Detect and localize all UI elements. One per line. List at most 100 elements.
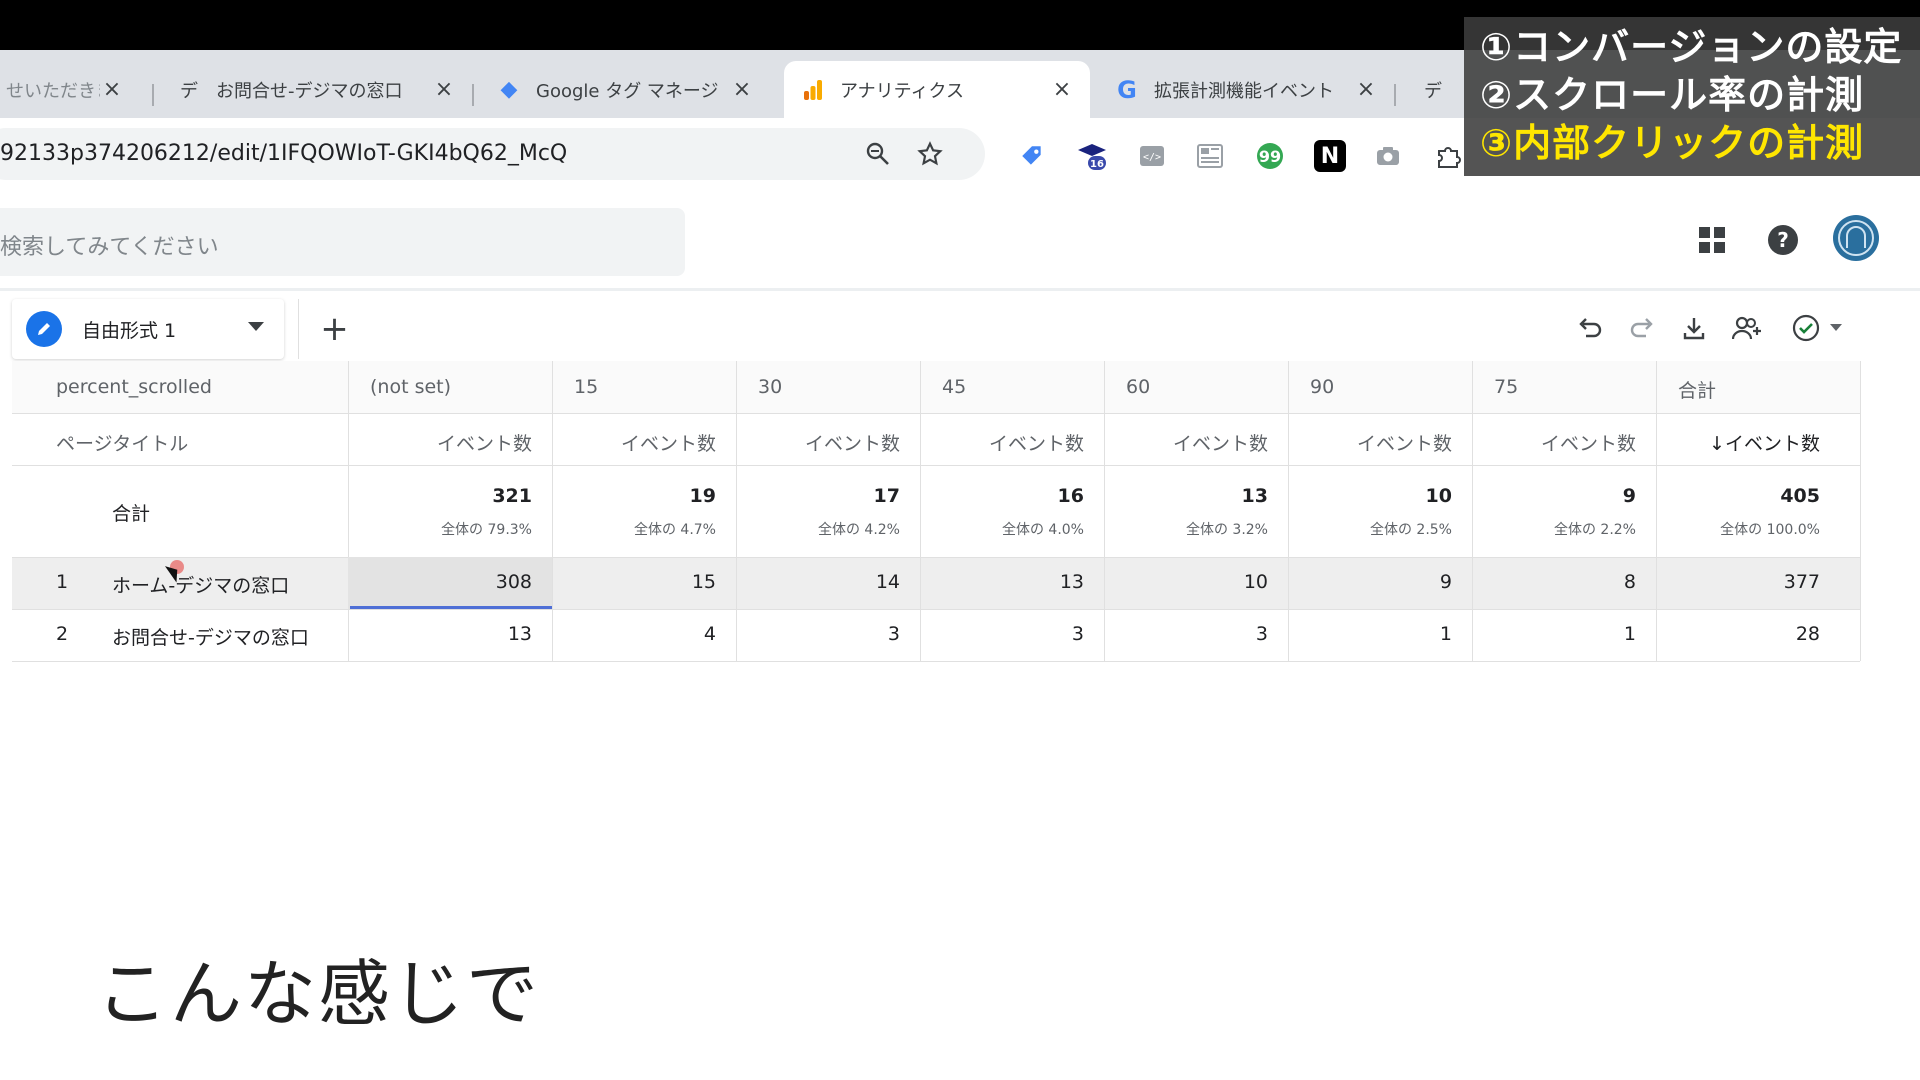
row-title[interactable]: お問合せ-デジマの窓口 bbox=[112, 623, 309, 650]
table-cell[interactable]: 3 bbox=[920, 623, 1084, 645]
table-cell[interactable]: 1 bbox=[1288, 623, 1452, 645]
close-icon[interactable]: × bbox=[432, 77, 456, 102]
tab-title: せいただきま bbox=[6, 80, 100, 102]
tab-title: 拡張計測機能イベント bbox=[1154, 80, 1334, 102]
search-input[interactable]: 検索してみてください bbox=[0, 208, 685, 276]
total-value: 405 bbox=[1780, 485, 1820, 507]
redo-icon[interactable] bbox=[1622, 308, 1662, 348]
column-header-total[interactable]: 合計 bbox=[1678, 376, 1716, 403]
chevron-down-icon[interactable] bbox=[248, 322, 264, 331]
table-cell[interactable]: 13 bbox=[920, 571, 1084, 593]
svg-text:?: ? bbox=[1777, 228, 1789, 252]
cell-bar bbox=[350, 606, 552, 609]
total-percent: 全体の 4.7% bbox=[633, 522, 716, 538]
code-icon[interactable]: </> bbox=[1136, 140, 1168, 172]
total-value: 10 bbox=[1425, 485, 1452, 507]
browser-tab-5[interactable]: G 拡張計測機能イベント × bbox=[1098, 61, 1394, 118]
column-header[interactable]: 75 bbox=[1494, 376, 1518, 398]
metric-header[interactable]: イベント数 bbox=[552, 429, 716, 456]
table-cell[interactable]: 10 bbox=[1104, 571, 1268, 593]
total-percent: 全体の 2.5% bbox=[1369, 522, 1452, 538]
total-value: 16 bbox=[1057, 485, 1084, 507]
dimension-header-row bbox=[12, 361, 1860, 413]
address-bar[interactable]: 92133p374206212/edit/1IFQOWIoT-GKI4bQ62_… bbox=[0, 128, 985, 180]
table-cell[interactable]: 8 bbox=[1472, 571, 1636, 593]
table-cell[interactable]: 1 bbox=[1472, 623, 1636, 645]
camera-icon[interactable] bbox=[1372, 140, 1404, 172]
quote-icon[interactable]: 99 bbox=[1254, 140, 1286, 172]
metric-header[interactable]: イベント数 bbox=[348, 429, 532, 456]
column-header[interactable]: 15 bbox=[574, 376, 598, 398]
check-circle-icon[interactable] bbox=[1786, 308, 1826, 348]
url-text[interactable]: 92133p374206212/edit/1IFQOWIoT-GKI4bQ62_… bbox=[0, 141, 567, 166]
browser-tab-1[interactable]: せいただきま × bbox=[0, 61, 140, 118]
search-placeholder: 検索してみてください bbox=[0, 235, 219, 260]
de-favicon-icon: デ bbox=[180, 80, 198, 102]
tab-label: 自由形式 1 bbox=[82, 319, 177, 342]
metric-header[interactable]: イベント数 bbox=[736, 429, 900, 456]
tab-freeform-1[interactable]: 自由形式 1 bbox=[12, 299, 284, 359]
table-cell[interactable]: 377 bbox=[1656, 571, 1820, 593]
add-tab-button[interactable]: + bbox=[298, 299, 370, 359]
table-cell[interactable]: 308 bbox=[348, 571, 532, 593]
zoom-icon[interactable] bbox=[860, 136, 896, 172]
column-header[interactable]: 45 bbox=[942, 376, 966, 398]
puzzle-icon[interactable] bbox=[1432, 140, 1464, 172]
table-cell[interactable]: 9 bbox=[1288, 571, 1452, 593]
browser-tab-analytics[interactable]: アナリティクス × bbox=[784, 61, 1090, 118]
table-cell[interactable]: 28 bbox=[1656, 623, 1820, 645]
tab-title: アナリティクス bbox=[840, 80, 965, 102]
browser-tab-3[interactable]: ◆ Google タグ マネージ × bbox=[480, 61, 770, 118]
share-people-icon[interactable] bbox=[1728, 308, 1768, 348]
metric-header[interactable]: イベント数 bbox=[1472, 429, 1636, 456]
layout-icon[interactable] bbox=[1194, 140, 1226, 172]
row-index: 1 bbox=[56, 571, 69, 593]
edit-pencil-icon bbox=[26, 311, 62, 347]
table-cell[interactable]: 13 bbox=[348, 623, 532, 645]
column-header[interactable]: 90 bbox=[1310, 376, 1334, 398]
agenda-item-1: ①コンバージョンの設定 bbox=[1480, 25, 1903, 69]
table-cell[interactable]: 15 bbox=[552, 571, 716, 593]
de-favicon-icon: デ bbox=[1424, 80, 1442, 102]
gtm-favicon-icon: ◆ bbox=[500, 77, 518, 102]
bookmark-star-icon[interactable] bbox=[912, 136, 948, 172]
table-cell[interactable]: 3 bbox=[736, 623, 900, 645]
undo-icon[interactable] bbox=[1570, 308, 1610, 348]
metric-header[interactable]: イベント数 bbox=[1104, 429, 1268, 456]
account-avatar-icon[interactable] bbox=[1832, 214, 1880, 262]
close-icon[interactable]: × bbox=[1050, 77, 1074, 102]
total-percent: 全体の 4.2% bbox=[817, 522, 900, 538]
chevron-down-icon[interactable] bbox=[1826, 308, 1846, 348]
column-header[interactable]: 30 bbox=[758, 376, 782, 398]
metric-header[interactable]: イベント数 bbox=[920, 429, 1084, 456]
table-cell[interactable]: 4 bbox=[552, 623, 716, 645]
help-icon[interactable]: ? bbox=[1763, 220, 1803, 260]
metric-header[interactable]: イベント数 bbox=[1288, 429, 1452, 456]
tab-title: お問合せ-デジマの窓口 bbox=[216, 80, 403, 102]
table-cell[interactable]: 3 bbox=[1104, 623, 1268, 645]
close-icon[interactable]: × bbox=[1354, 77, 1378, 102]
column-header[interactable]: 60 bbox=[1126, 376, 1150, 398]
tag-icon[interactable] bbox=[1016, 140, 1048, 172]
tab-title: Google タグ マネージ bbox=[536, 80, 719, 102]
sorted-metric-header[interactable]: ↓イベント数 bbox=[1656, 429, 1820, 456]
close-icon[interactable]: × bbox=[730, 77, 754, 102]
notion-icon[interactable]: N bbox=[1314, 140, 1346, 172]
table-cell[interactable]: 14 bbox=[736, 571, 900, 593]
browser-tab-6[interactable]: デ bbox=[1404, 61, 1464, 118]
analytics-favicon-icon bbox=[800, 77, 826, 103]
svg-text:</>: </> bbox=[1143, 152, 1161, 163]
column-header[interactable]: (not set) bbox=[370, 376, 451, 398]
cap-icon[interactable]: 16 bbox=[1076, 140, 1108, 172]
extension-badge: 16 bbox=[1090, 159, 1104, 170]
dimension-2-header[interactable]: ページタイトル bbox=[56, 429, 188, 456]
browser-tab-2[interactable]: デ お問合せ-デジマの窓口 × bbox=[160, 61, 472, 118]
row-title[interactable]: ホーム-デジマの窓口 bbox=[112, 571, 289, 598]
total-percent: 全体の 4.0% bbox=[1001, 522, 1084, 538]
download-icon[interactable] bbox=[1674, 308, 1714, 348]
apps-grid-icon[interactable] bbox=[1692, 220, 1732, 260]
video-subtitle: こんな感じで bbox=[96, 952, 541, 1036]
google-favicon-icon: G bbox=[1117, 75, 1137, 104]
dimension-1-header[interactable]: percent_scrolled bbox=[56, 376, 212, 398]
close-icon[interactable]: × bbox=[100, 77, 124, 102]
